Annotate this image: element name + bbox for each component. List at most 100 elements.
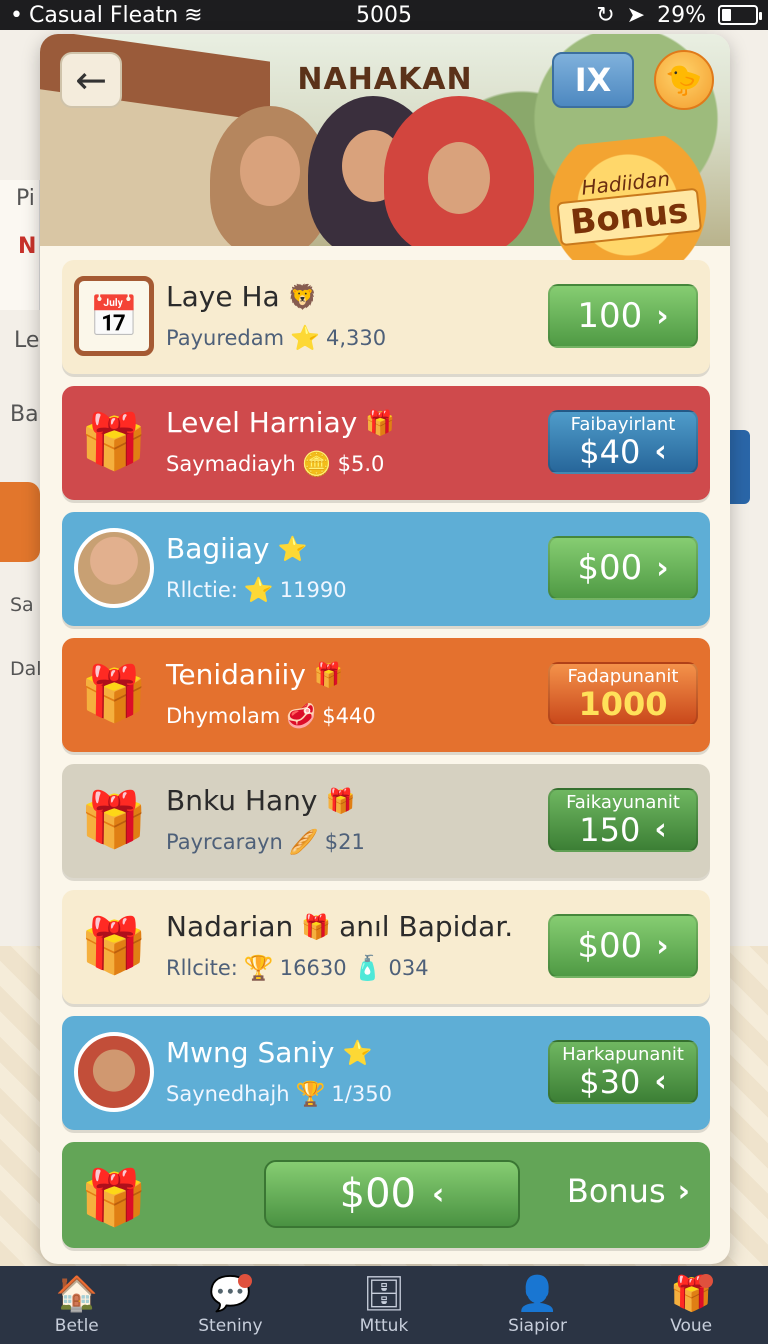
row-sub-label: Saymadiayh [166, 452, 296, 476]
row-title-text: Mwng Saniy [166, 1036, 335, 1069]
claim-button[interactable]: Faibayirlant $40 ‹ [548, 410, 698, 474]
signal-icon: • [10, 2, 23, 28]
row-sub-value: 11990 [279, 578, 347, 602]
nav-label: Steniny [198, 1316, 263, 1336]
nav-label: Siapior [508, 1316, 567, 1336]
claim-button[interactable]: $00 › [548, 914, 698, 978]
row-title-text: Bagiiay [166, 532, 270, 565]
claim-caption: Fadapunanit [567, 666, 679, 687]
row-sub-value: $5.0 [337, 452, 385, 476]
status-left: • Casual Fleatn ≋ [10, 3, 203, 28]
chevron-right-icon: › [656, 928, 669, 964]
star-icon: ⭐ [290, 324, 320, 352]
reward-row: 🎁 Nadarian 🎁 anıl Bapidar. Rllcite: 🏆 16… [62, 890, 710, 1004]
claim-value-wrap: $40 ‹ [579, 433, 667, 471]
bg-text-1: Pi [16, 186, 35, 211]
row-sub-label: Rllctie: [166, 578, 238, 602]
claim-value: $30 [579, 1063, 641, 1101]
row-sub-label: Saynedhajh [166, 1082, 290, 1106]
trophy-icon: 🏆 [243, 954, 274, 982]
carrier-name: Casual Fleatn [28, 2, 179, 28]
close-button[interactable]: IX [552, 52, 634, 108]
nav-label: Betle [54, 1316, 99, 1336]
status-right: ↻ ➤ 29% [596, 2, 762, 28]
claim-value: $40 [579, 433, 641, 471]
meat-icon: 🥩 [286, 702, 317, 730]
chevron-left-icon: ‹ [654, 434, 667, 469]
battery-icon [718, 5, 762, 25]
bonus-link[interactable]: Bonus › [567, 1172, 690, 1210]
star-icon: ⭐ [277, 534, 308, 563]
notification-dot [238, 1274, 253, 1288]
row-subtitle: Saynedhajh 🏆 1/350 [166, 1080, 392, 1108]
row-title-text: Level Harniay [166, 406, 358, 439]
gift-icon: 🎁 [80, 914, 148, 977]
bg-orange-tile [0, 482, 40, 562]
claim-value-wrap: $30 ‹ [579, 1063, 666, 1101]
claim-button[interactable]: $00 › [548, 536, 698, 600]
row-sub-value-2: 034 [388, 956, 429, 980]
bonus-link-label: Bonus [566, 1172, 666, 1210]
nav-item-home[interactable]: 🏠 Betle [0, 1266, 154, 1344]
star-icon: ⭐ [342, 1038, 373, 1067]
row-title: Mwng Saniy ⭐ [166, 1036, 372, 1069]
mascot-icon[interactable]: 🐤 [654, 50, 714, 110]
nav-item-chat[interactable]: 💬 Steniny [154, 1266, 308, 1344]
nav-label: Mttuk [359, 1316, 409, 1336]
reward-row: 🎁 Level Harniay 🎁 Saymadiayh 🪙 $5.0 Faib… [62, 386, 710, 500]
sync-icon: ↻ [596, 2, 615, 28]
row-title-text: Laye Ha [166, 280, 280, 313]
gift-small-icon: 🎁 [301, 912, 332, 941]
wifi-icon: ≋ [184, 2, 203, 28]
row-subtitle: Payuredam ⭐ 4,330 [166, 324, 386, 352]
location-icon: ➤ [626, 2, 646, 28]
nav-item-stack[interactable]: 🗄 Mttuk [307, 1266, 461, 1344]
star-icon: ⭐ [243, 576, 274, 604]
row-title: Bagiiay ⭐ [166, 532, 307, 565]
gift-icon: 🎁 [670, 1274, 714, 1314]
claim-caption: Faibayirlant [570, 414, 676, 435]
bottom-nav: 🏠 Betle 💬 Steniny 🗄 Mttuk 👤 Siapior 🎁 Vo… [0, 1266, 768, 1344]
stack-icon: 🗄 [362, 1274, 406, 1314]
claim-value: 1000 [578, 685, 668, 723]
trophy-icon: 🏆 [295, 1080, 326, 1108]
bonus-badge: Hadiidan Bonus [531, 130, 725, 280]
gift-small-icon: 🎁 [313, 660, 344, 689]
claim-value: $00 [577, 548, 643, 588]
claim-button[interactable]: 100 › [548, 284, 698, 348]
row-sub-label: Payuredam [166, 326, 285, 350]
home-icon: 🏠 [55, 1274, 98, 1314]
bg-text-2: N [18, 234, 37, 259]
chevron-right-icon: › [656, 298, 669, 334]
chat-icon: 💬 [209, 1274, 253, 1314]
gift-icon: 🎁 [80, 662, 148, 725]
coin-icon: 🪙 [301, 450, 332, 478]
bread-icon: 🥖 [288, 828, 319, 856]
chevron-left-icon: ‹ [654, 812, 667, 847]
rewards-modal: ← NAHAKAN IX 🐤 Hadiidan Bonus 📅 Laye Ha … [40, 34, 730, 1264]
claim-button[interactable]: Harkapunanit $30 ‹ [548, 1040, 698, 1104]
row-title-tail: anıl Bapidar. [339, 910, 514, 943]
row-subtitle: Rllctie: ⭐ 11990 [166, 576, 347, 604]
portrait-icon [74, 1032, 154, 1112]
notification-dot [699, 1274, 714, 1288]
nav-item-gift[interactable]: 🎁 Voue [614, 1266, 768, 1344]
claim-button[interactable]: Faikayunanit 150 ‹ [548, 788, 698, 852]
claim-caption: Faikayunanit [566, 792, 680, 813]
claim-all-button[interactable]: $00 ‹ [264, 1160, 520, 1228]
row-title-text: Tenidaniiy [166, 658, 306, 691]
hero-person-3 [384, 96, 534, 246]
claim-button[interactable]: Fadapunanit 1000 [548, 662, 698, 726]
bg-text-5: Sa [10, 594, 34, 616]
row-sub-value: $21 [324, 830, 365, 854]
row-sub-label: Dhymolam [166, 704, 281, 728]
nav-label: Voue [670, 1316, 713, 1336]
row-sub-value: 16630 [279, 956, 347, 980]
calendar-icon: 📅 [74, 276, 154, 356]
nav-item-profile[interactable]: 👤 Siapior [461, 1266, 615, 1344]
claim-value: $00 [577, 926, 643, 966]
row-sub-label: Payrcarayn [166, 830, 283, 854]
row-sub-value: $440 [322, 704, 376, 728]
reward-row: Mwng Saniy ⭐ Saynedhajh 🏆 1/350 Harkapun… [62, 1016, 710, 1130]
row-sub-value: 1/350 [331, 1082, 392, 1106]
